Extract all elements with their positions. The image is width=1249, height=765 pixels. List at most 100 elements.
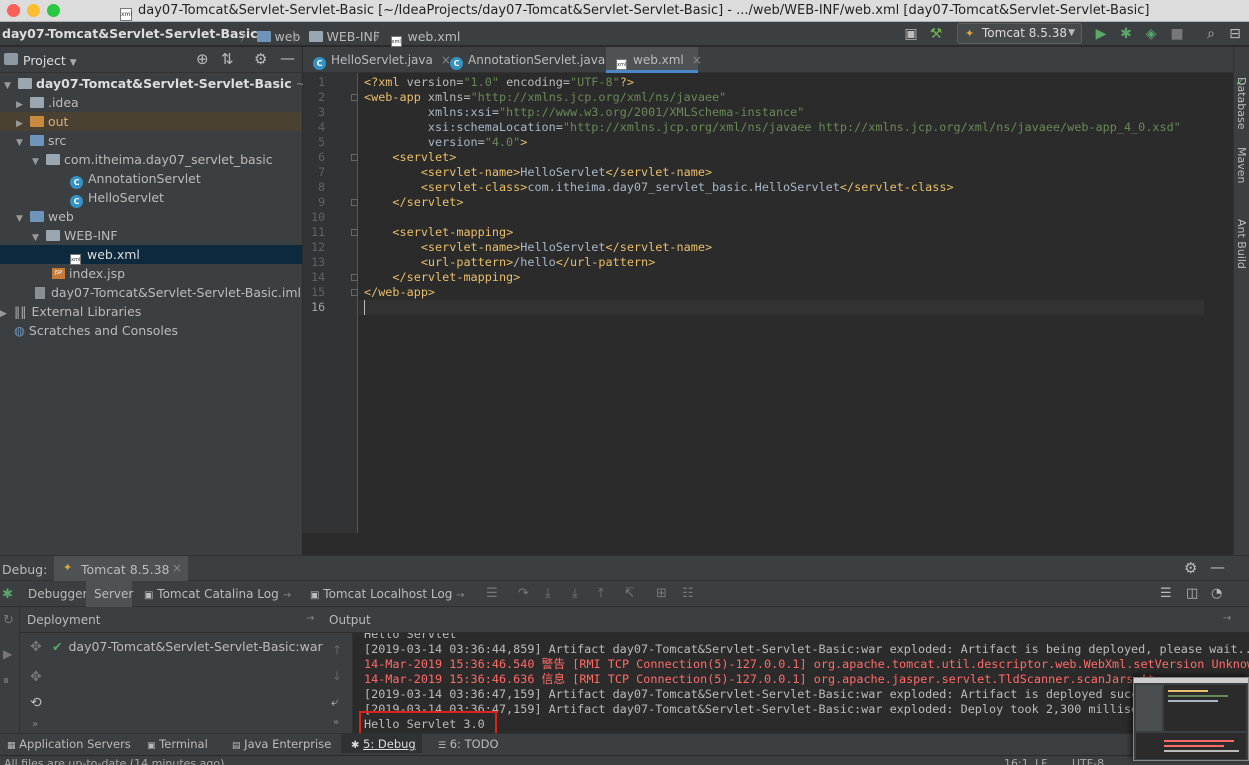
fold-marker-icon[interactable] (351, 154, 358, 161)
tab-debugger[interactable]: Debugger (22, 581, 87, 607)
step-over-icon[interactable]: ↷ (518, 586, 529, 601)
tree-item-package[interactable]: ▼ com.itheima.day07_servlet_basic (0, 150, 302, 169)
search-everywhere-icon[interactable]: ⌕ (1202, 25, 1220, 43)
tab-server[interactable]: Server (86, 581, 133, 607)
deploy-icon[interactable]: ✥ (30, 639, 42, 655)
line-separator[interactable]: LF (1035, 757, 1047, 765)
fold-marker-icon[interactable] (351, 199, 358, 206)
project-view-select[interactable]: Project ▼ (23, 53, 77, 68)
collapse-all-icon[interactable]: ⇅ (221, 50, 234, 68)
run-configuration-select[interactable]: ✦ Tomcat 8.5.38 ▼ (957, 23, 1082, 44)
more-icon[interactable]: » (32, 719, 38, 730)
evaluate-icon[interactable]: ⊞ (656, 586, 667, 601)
deployment-item[interactable]: ✔ day07-Tomcat&Servlet-Servlet-Basic:war (52, 637, 323, 657)
gear-icon[interactable]: ⚙ (1184, 559, 1197, 577)
pin-icon: → (306, 613, 315, 624)
debug-tab-bar: ✱ Debugger Server ▣ Tomcat Catalina Log … (0, 581, 1249, 607)
tree-item-annotation-servlet[interactable]: C AnnotationServlet (0, 169, 302, 189)
database-tool-button[interactable]: Database (1235, 77, 1248, 130)
tree-item-hello-servlet[interactable]: C HelloServlet (0, 188, 302, 208)
breadcrumb-web-inf[interactable]: 〉 WEB-INF (288, 26, 380, 45)
drop-frame-icon[interactable]: ↸ (624, 586, 635, 601)
memory-indicator-icon[interactable]: ◔ (1211, 586, 1222, 601)
tree-item-index-jsp[interactable]: JSP index.jsp (0, 264, 302, 283)
code-line: <servlet-class>com.itheima.day07_servlet… (420, 180, 954, 194)
caret-position[interactable]: 16:1 (1004, 757, 1029, 765)
step-into-icon[interactable]: ⤓ (545, 586, 551, 601)
close-tab-icon[interactable]: × (172, 561, 182, 575)
tab-catalina-log[interactable]: ▣ Tomcat Catalina Log → (136, 581, 300, 607)
folder-icon (45, 230, 60, 241)
editor-tab-bar: C HelloServlet.java × C AnnotationServlet.j… (303, 47, 1249, 73)
tab-localhost-log[interactable]: ▣ Tomcat Localhost Log → (304, 581, 468, 607)
tree-item-web-xml[interactable]: xml web.xml (0, 245, 302, 265)
minimize-window-button[interactable] (27, 4, 40, 17)
scroll-up-icon[interactable]: ↑ (332, 643, 342, 657)
toolbox-icon[interactable]: ⊟ (1226, 25, 1244, 43)
run-icon[interactable]: ▶ (1092, 25, 1110, 43)
screenshot-thumbnail[interactable] (1133, 677, 1249, 761)
tool-application-servers[interactable]: ▦ Application Servers (7, 737, 131, 751)
force-step-into-icon[interactable]: ⤓ (572, 586, 578, 601)
scroll-down-icon[interactable]: ↓ (332, 669, 342, 683)
close-window-button[interactable] (7, 4, 20, 17)
step-out-icon[interactable]: ⤒ (598, 586, 604, 601)
hide-panel-icon[interactable]: — (1210, 558, 1225, 576)
ant-build-tool-button[interactable]: Ant Build (1235, 219, 1248, 269)
tab-annotation-servlet[interactable]: CAnnotationServlet.java× (440, 47, 623, 73)
tree-item-web-inf[interactable]: ▼ WEB-INF (0, 226, 302, 245)
tree-item-scratches[interactable]: ◍ Scratches and Consoles (0, 321, 302, 340)
fold-marker-icon[interactable] (351, 229, 358, 236)
refresh-icon[interactable]: ⟲ (30, 695, 42, 711)
menu-icon[interactable]: ☰ (486, 586, 498, 601)
trace-icon[interactable]: ☷ (682, 586, 694, 601)
tool-terminal[interactable]: ▣ Terminal (147, 737, 208, 751)
soft-wrap-icon[interactable]: ⤶ (331, 695, 338, 710)
undeploy-icon[interactable]: ✥ (30, 669, 42, 685)
tree-item-iml[interactable]: day07-Tomcat&Servlet-Servlet-Basic.iml (0, 283, 302, 302)
tree-item-web[interactable]: ▼ web (0, 207, 302, 226)
tree-item-project-root[interactable]: ▼ day07-Tomcat&Servlet-Servlet-Basic ~/ (0, 74, 310, 93)
deployment-list: ✥ ✥ ⟲ » ✔ day07-Tomcat&Servlet-Servlet-Ba… (20, 633, 323, 733)
rerun-icon[interactable]: ↻ (3, 613, 14, 628)
line-number: 1 (318, 75, 325, 89)
check-icon: ✔ (52, 639, 63, 654)
tree-item-idea[interactable]: ▶ .idea (0, 93, 302, 112)
debug-bug-icon[interactable]: ✱ (1117, 25, 1135, 43)
tab-hello-servlet[interactable]: C HelloServlet.java × (303, 47, 451, 73)
resume-icon[interactable]: ▶ (3, 647, 12, 661)
module-folder-icon (17, 78, 32, 89)
tree-item-src[interactable]: ▼ src (0, 131, 302, 150)
restore-layout-icon[interactable]: ◫ (1186, 586, 1198, 601)
debug-session-tab[interactable]: ✦ Tomcat 8.5.38 × (54, 556, 188, 581)
code-editor[interactable]: <?xml version="1.0" encoding="UTF-8"?> <w… (359, 73, 1204, 533)
close-tab-icon[interactable]: × (692, 53, 702, 67)
fold-marker-icon[interactable] (351, 94, 358, 101)
tree-item-external-libraries[interactable]: ▶ ‖‖ External Libraries (0, 302, 302, 321)
line-number: 2 (318, 90, 325, 104)
debug-bug-icon[interactable]: ✱ (2, 587, 13, 602)
layout-icon[interactable]: ☰ (1160, 586, 1172, 601)
breadcrumb-project[interactable]: day07-Tomcat&Servlet-Servlet-Basic (2, 26, 258, 41)
build-hammer-icon[interactable]: ⚒ (926, 25, 946, 43)
pin-icon: → (456, 590, 465, 601)
hide-panel-icon[interactable]: — (280, 49, 295, 67)
project-structure-icon[interactable]: ▣ (902, 25, 920, 43)
tool-java-enterprise[interactable]: ▤ Java Enterprise (232, 737, 331, 751)
file-encoding[interactable]: UTF-8 (1072, 757, 1104, 765)
breadcrumb-web-xml[interactable]: 〉 xml web.xml (370, 26, 460, 47)
zoom-window-button[interactable] (47, 4, 60, 17)
stop-icon[interactable]: ■ (1168, 25, 1186, 43)
locate-target-icon[interactable]: ⊕ (196, 50, 209, 68)
pause-icon[interactable]: ⏸ (3, 673, 9, 688)
more-icon[interactable]: » (333, 717, 339, 728)
fold-marker-icon[interactable] (351, 274, 358, 281)
tool-todo[interactable]: ☰ 6: TODO (438, 737, 499, 751)
tool-debug[interactable]: ✱ 5: Debug (341, 734, 422, 753)
tree-item-out[interactable]: ▶ out (0, 112, 302, 131)
maven-tool-button[interactable]: Maven (1235, 147, 1248, 183)
fold-marker-icon[interactable] (351, 289, 358, 296)
gear-icon[interactable]: ⚙ (254, 50, 267, 68)
tab-web-xml[interactable]: xml web.xml × (606, 47, 702, 73)
run-with-coverage-icon[interactable]: ◈ (1142, 25, 1160, 43)
